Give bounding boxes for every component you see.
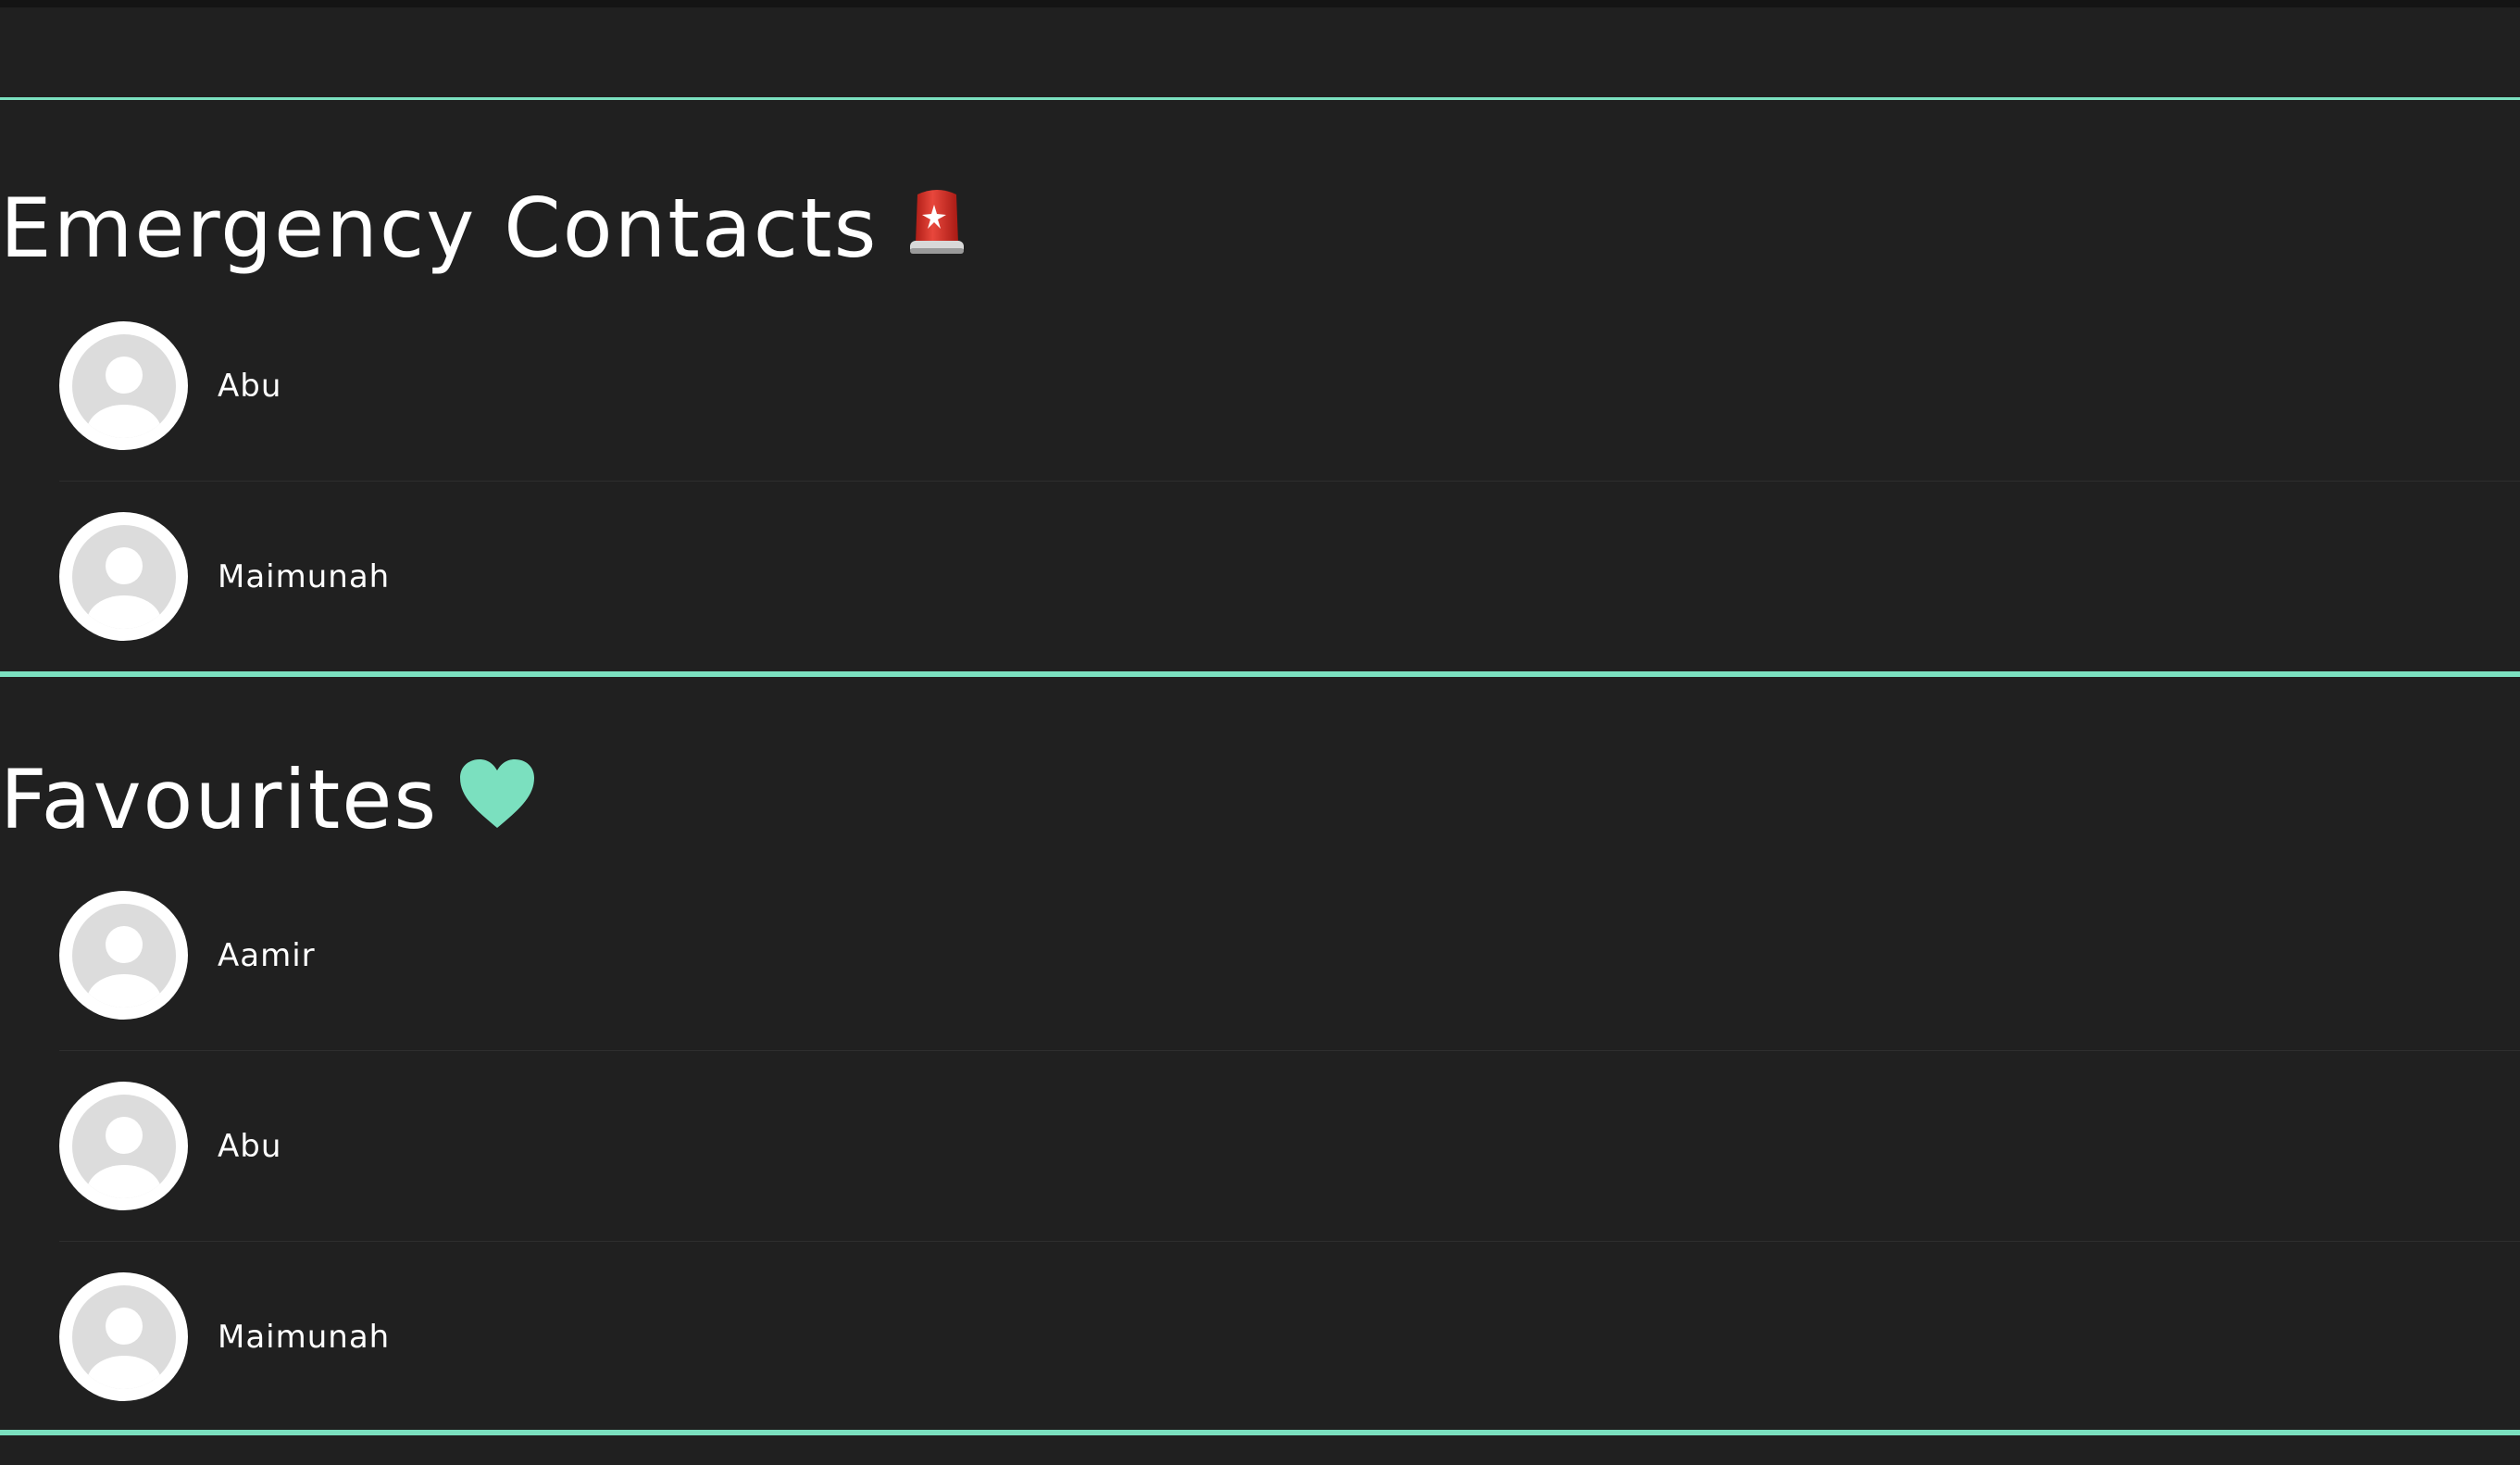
avatar [59, 1272, 188, 1401]
contact-name: Maimunah [218, 1318, 391, 1356]
contact-item-maimunah[interactable]: Maimunah [59, 482, 2520, 672]
police-siren-icon [906, 185, 967, 272]
contact-item-abu[interactable]: Abu [59, 1051, 2520, 1242]
contact-name: Abu [218, 1127, 282, 1165]
contact-item-abu[interactable]: Abu [59, 291, 2520, 482]
contact-item-maimunah[interactable]: Maimunah [59, 1242, 2520, 1433]
favourites-list: Aamir Abu Maimunah [59, 860, 2520, 1433]
contact-name: Abu [218, 367, 282, 405]
contact-name: Aamir [218, 936, 316, 974]
user-placeholder-icon [71, 903, 176, 1008]
section-divider [0, 1430, 2520, 1435]
favourites-title-text: Favourites [0, 752, 439, 847]
section-divider [0, 671, 2520, 677]
emergency-contacts-list: Abu Maimunah [59, 291, 2520, 672]
contact-name: Maimunah [218, 557, 391, 595]
emergency-contacts-title-text: Emergency Contacts [0, 181, 879, 276]
favourites-title: Favourites [0, 758, 536, 843]
user-placeholder-icon [71, 1284, 176, 1389]
user-placeholder-icon [71, 1094, 176, 1198]
top-bar [0, 0, 2520, 7]
heart-icon [458, 758, 536, 843]
avatar [59, 512, 188, 641]
avatar [59, 1082, 188, 1210]
emergency-contacts-title: Emergency Contacts [0, 185, 967, 272]
header-divider [0, 97, 2520, 100]
user-placeholder-icon [71, 524, 176, 629]
contacts-page: Emergency Contacts Abu Maimunah Favourit… [0, 0, 2520, 1465]
contact-item-aamir[interactable]: Aamir [59, 860, 2520, 1051]
avatar [59, 321, 188, 450]
user-placeholder-icon [71, 333, 176, 438]
avatar [59, 891, 188, 1020]
